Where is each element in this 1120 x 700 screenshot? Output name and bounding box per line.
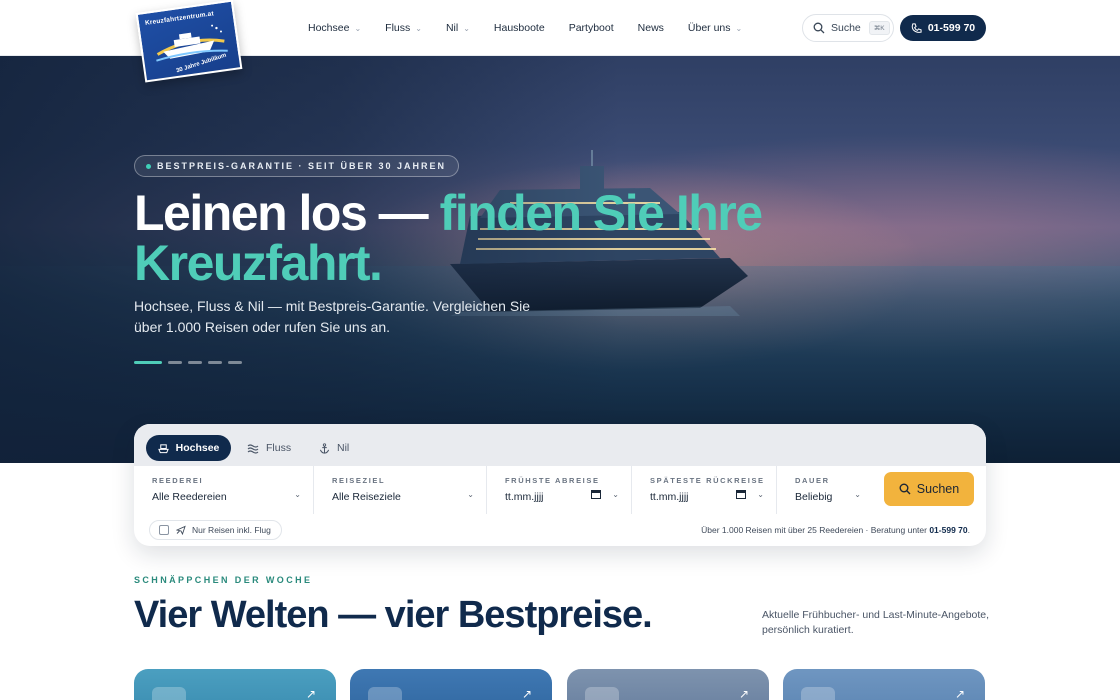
- hero-headline-plain: Leinen los —: [134, 185, 440, 241]
- slide-indicators: [134, 361, 248, 364]
- search-button[interactable]: Suche ⌘K: [802, 14, 894, 42]
- slide-dot-2[interactable]: [168, 361, 182, 364]
- slide-dot-1[interactable]: [134, 361, 162, 364]
- nav-item-fluss[interactable]: Fluss ⌄: [385, 22, 422, 34]
- reederei-select[interactable]: REEDEREI Alle Reedereien ⌄: [134, 466, 314, 514]
- hero-subline: Hochsee, Fluss & Nil — mit Bestpreis-Gar…: [134, 298, 531, 335]
- checkbox-label: Nur Reisen inkl. Flug: [192, 525, 271, 535]
- search-tabs: Hochsee Fluss Nil: [134, 424, 986, 466]
- deal-card-1[interactable]: ↗: [134, 669, 336, 700]
- field-label: SPÄTESTE RÜCKREISE: [650, 476, 765, 485]
- chevron-down-icon: ⌄: [415, 23, 422, 33]
- search-submit-button[interactable]: Suchen: [884, 472, 974, 506]
- search-label: Suche: [831, 22, 861, 34]
- tab-label: Fluss: [266, 442, 292, 454]
- chevron-down-icon: ⌄: [463, 23, 470, 33]
- arrow-up-right-icon: ↗: [954, 687, 965, 700]
- shortcut-badge: ⌘K: [868, 21, 890, 35]
- nav-label: Nil: [445, 22, 459, 34]
- nav-item-hochsee[interactable]: Hochsee ⌄: [308, 22, 361, 34]
- tab-label: Hochsee: [175, 442, 220, 454]
- duration-select[interactable]: DAUER Beliebig ⌄: [777, 466, 873, 514]
- nav-label: Über uns: [687, 22, 731, 34]
- chevron-down-icon: ⌄: [294, 490, 301, 499]
- info-text: Über 1.000 Reisen mit über 25 Reedereien…: [701, 525, 930, 535]
- nav-item-nil[interactable]: Nil ⌄: [446, 22, 470, 34]
- nav-label: Partyboot: [568, 22, 614, 34]
- search-info-text: Über 1.000 Reisen mit über 25 Reedereien…: [701, 525, 970, 535]
- anchor-icon: [319, 442, 330, 454]
- ship-icon: [157, 443, 169, 453]
- nav-label: Hochsee: [308, 22, 350, 34]
- nav-label: Hausboote: [493, 22, 545, 34]
- field-label: FRÜHSTE ABREISE: [505, 476, 600, 485]
- logo[interactable]: Kreuzfahrtzentrum.at 30 Jahre Jubiläum: [135, 0, 243, 83]
- slide-dot-4[interactable]: [208, 361, 222, 364]
- status-dot-icon: [146, 164, 151, 169]
- chevron-down-icon: ⌄: [354, 23, 362, 33]
- calendar-icon[interactable]: [736, 489, 746, 499]
- card-badge: [152, 687, 186, 700]
- slide-dot-3[interactable]: [188, 361, 202, 364]
- slide-dot-5[interactable]: [228, 361, 242, 364]
- deal-card-2[interactable]: ↗: [350, 669, 552, 700]
- field-label: REISEZIEL: [332, 476, 386, 485]
- arrow-up-right-icon: ↗: [305, 687, 316, 700]
- card-badge: [368, 687, 402, 700]
- phone-number: 01-599 70: [927, 22, 976, 34]
- hero-badge: BESTPREIS-GARANTIE · SEIT ÜBER 30 JAHREN: [134, 155, 460, 177]
- nav-label: Fluss: [385, 22, 411, 34]
- hero-badge-text: BESTPREIS-GARANTIE · SEIT ÜBER 30 JAHREN: [157, 161, 447, 171]
- tab-fluss[interactable]: Fluss: [247, 435, 307, 461]
- tab-nil[interactable]: Nil: [319, 435, 369, 461]
- waves-icon: [247, 443, 259, 454]
- field-value: Alle Reedereien: [152, 491, 227, 503]
- search-icon: [899, 483, 911, 495]
- earliest-departure-date[interactable]: FRÜHSTE ABREISE tt.mm.jjjj ⌄: [487, 466, 632, 514]
- hero-banner: BESTPREIS-GARANTIE · SEIT ÜBER 30 JAHREN…: [0, 56, 1120, 463]
- arrow-up-right-icon: ↗: [521, 687, 532, 700]
- tab-hochsee[interactable]: Hochsee: [146, 435, 231, 461]
- info-phone-link[interactable]: 01-599 70: [929, 525, 967, 535]
- deal-card-3[interactable]: ↗: [567, 669, 769, 700]
- info-suffix: .: [967, 525, 970, 535]
- chevron-down-icon: ⌄: [612, 490, 619, 499]
- nav-item-ueber-uns[interactable]: Über uns ⌄: [688, 22, 742, 34]
- section-description: Aktuelle Frühbucher- und Last-Minute-Ang…: [762, 609, 990, 636]
- section-eyebrow: SCHNÄPPCHEN DER WOCHE: [134, 575, 313, 585]
- chevron-down-icon: ⌄: [467, 490, 474, 499]
- field-value: Beliebig: [795, 491, 833, 503]
- main-nav: Hochsee ⌄ Fluss ⌄ Nil ⌄ Hausboote Partyboot…: [308, 0, 766, 56]
- search-fields: REEDEREI Alle Reedereien ⌄ REISEZIEL All…: [134, 466, 986, 514]
- checkbox-box[interactable]: [159, 525, 169, 535]
- phone-icon: [911, 22, 922, 33]
- plane-icon: [176, 525, 186, 535]
- reiseziel-select[interactable]: REISEZIEL Alle Reiseziele ⌄: [314, 466, 487, 514]
- search-submit-label: Suchen: [916, 482, 960, 496]
- card-badge: [585, 687, 619, 700]
- chevron-down-icon: ⌄: [735, 23, 743, 33]
- site-header: Kreuzfahrtzentrum.at 30 Jahre Jubiläum H…: [0, 0, 1120, 83]
- field-label: DAUER: [795, 476, 830, 485]
- card-badge: [801, 687, 835, 700]
- chevron-down-icon: ⌄: [854, 490, 861, 499]
- chevron-down-icon: ⌄: [757, 490, 764, 499]
- tab-label: Nil: [337, 442, 350, 454]
- nav-item-hausboote[interactable]: Hausboote: [494, 22, 545, 34]
- nav-item-news[interactable]: News: [638, 22, 664, 34]
- flight-only-checkbox[interactable]: Nur Reisen inkl. Flug: [149, 520, 282, 540]
- search-panel: Hochsee Fluss Nil REEDEREI Alle Reederei…: [134, 424, 986, 546]
- section-title: Vier Welten — vier Bestpreise.: [134, 594, 653, 636]
- nav-label: News: [637, 22, 664, 34]
- arrow-up-right-icon: ↗: [738, 687, 749, 700]
- nav-item-partyboot[interactable]: Partyboot: [569, 22, 614, 34]
- calendar-icon[interactable]: [591, 489, 601, 499]
- phone-button[interactable]: 01-599 70: [900, 15, 986, 41]
- field-label: REEDEREI: [152, 476, 204, 485]
- deal-card-4[interactable]: ↗: [783, 669, 985, 700]
- hero-headline: Leinen los — finden Sie Ihre Kreuzfahrt.: [134, 188, 774, 288]
- field-value: Alle Reiseziele: [332, 491, 401, 503]
- search-icon: [813, 22, 825, 34]
- latest-return-date[interactable]: SPÄTESTE RÜCKREISE tt.mm.jjjj ⌄: [632, 466, 777, 514]
